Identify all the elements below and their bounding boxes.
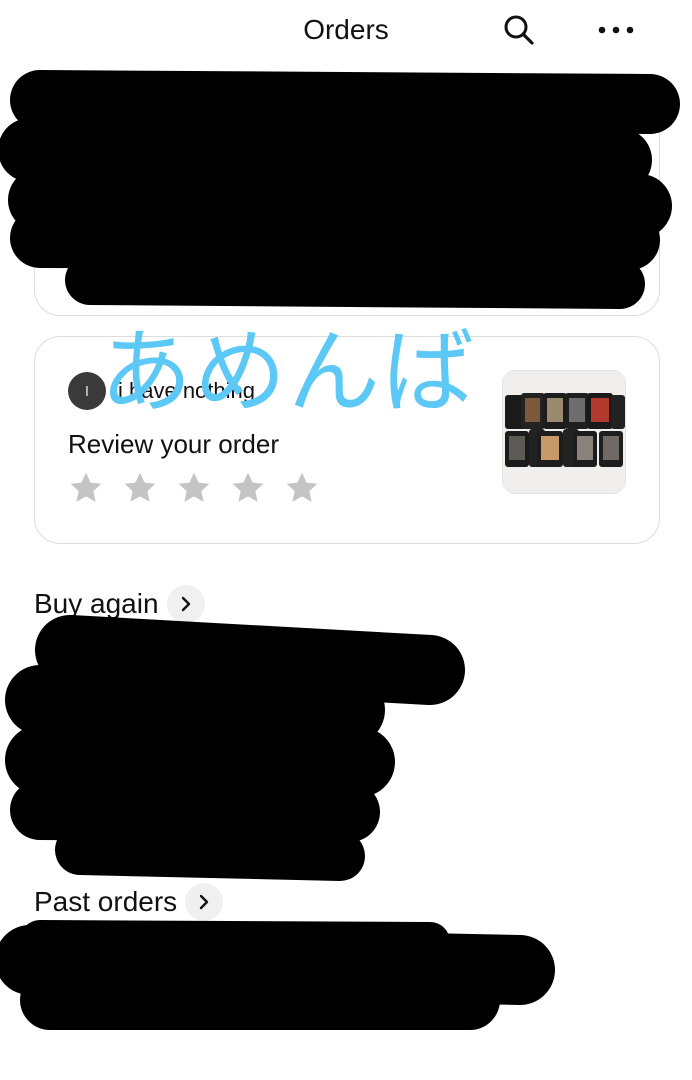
order-card[interactable] xyxy=(34,80,660,316)
overlay-text: あめんば xyxy=(100,319,477,426)
past-orders-link[interactable]: Past orders xyxy=(34,882,224,922)
star-icon[interactable] xyxy=(68,470,104,506)
product-thumbnail[interactable] xyxy=(502,370,626,494)
search-icon xyxy=(504,15,534,45)
buy-again-link[interactable]: Buy again xyxy=(34,584,205,624)
chevron-right-icon xyxy=(185,883,224,921)
more-horizontal-icon xyxy=(598,26,634,34)
buy-again-heading: Buy again xyxy=(34,588,159,619)
star-icon[interactable] xyxy=(176,470,212,506)
page-title: Orders xyxy=(303,14,389,45)
search-button[interactable] xyxy=(497,8,541,52)
star-icon[interactable] xyxy=(230,470,266,506)
star-icon[interactable] xyxy=(284,470,320,506)
review-your-order-label: Review your order xyxy=(68,429,279,459)
more-options-button[interactable] xyxy=(594,8,638,52)
chevron-right-icon xyxy=(166,585,205,623)
star-icon[interactable] xyxy=(122,470,158,506)
past-orders-heading: Past orders xyxy=(34,886,178,917)
star-rating[interactable] xyxy=(68,470,320,506)
